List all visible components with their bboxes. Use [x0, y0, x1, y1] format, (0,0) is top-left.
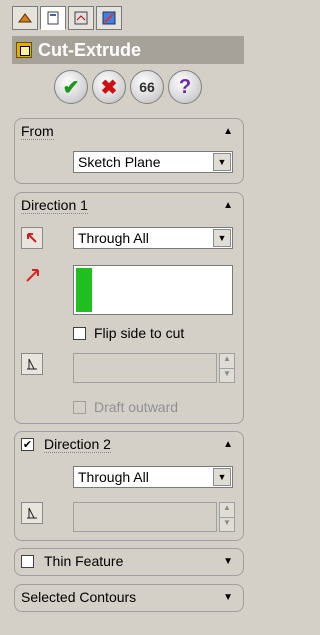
direction-arrow-icon	[26, 269, 39, 282]
spin-down-icon[interactable]: ▼	[220, 518, 234, 532]
collapse-up-icon[interactable]: ▲	[223, 126, 233, 137]
reverse-direction-icon	[27, 233, 37, 243]
configurationmanager-tab-icon	[74, 11, 88, 25]
draft-angle-input[interactable]	[73, 353, 217, 383]
dimxpert-tab[interactable]	[96, 6, 122, 30]
draft-angle-input-2[interactable]	[73, 502, 217, 532]
flip-side-label: Flip side to cut	[94, 325, 185, 341]
cut-extrude-icon	[16, 42, 32, 58]
draft-button[interactable]	[21, 353, 43, 375]
collapse-up-icon[interactable]: ▲	[223, 439, 233, 450]
direction2-end-condition-value: Through All	[78, 469, 149, 485]
help-button[interactable]: ?	[168, 70, 202, 104]
draft-angle-icon	[27, 507, 37, 519]
from-panel: From ▲ Sketch Plane ▼	[14, 118, 244, 184]
propertymanager-tab-icon	[47, 11, 59, 25]
reverse-direction-button[interactable]	[21, 227, 43, 249]
help-icon: ?	[178, 75, 192, 98]
flip-side-row: Flip side to cut	[73, 325, 184, 341]
chevron-down-icon[interactable]: ▼	[213, 468, 231, 486]
draft-angle-spinner[interactable]: ▲ ▼	[219, 353, 235, 383]
cancel-button[interactable]: ✖	[92, 70, 126, 104]
title-text: Cut-Extrude	[38, 39, 141, 60]
thin-feature-panel: Thin Feature ▼	[14, 548, 244, 576]
preview-button[interactable]: 66	[130, 70, 164, 104]
check-icon: ✔	[62, 76, 80, 99]
from-select-value: Sketch Plane	[78, 154, 161, 170]
expand-down-icon[interactable]: ▼	[223, 556, 233, 567]
draft-angle-icon	[27, 358, 37, 370]
ok-button[interactable]: ✔	[54, 70, 88, 104]
selected-contours-panel: Selected Contours ▼	[14, 584, 244, 612]
selected-contours-title: Selected Contours	[21, 589, 137, 605]
direction1-panel: Direction 1 ▲ Through All ▼ Flip side to…	[14, 192, 244, 424]
from-select[interactable]: Sketch Plane ▼	[73, 151, 233, 173]
configurationmanager-tab[interactable]	[68, 6, 94, 30]
expand-down-icon[interactable]: ▼	[223, 592, 233, 603]
close-icon: ✖	[100, 76, 118, 99]
direction1-header[interactable]: Direction 1 ▲	[15, 193, 243, 217]
draft-outward-checkbox[interactable]	[73, 400, 86, 414]
spin-down-icon[interactable]: ▼	[220, 369, 234, 383]
direction2-header[interactable]: ✔ Direction 2 ▲	[15, 432, 243, 456]
check-icon: ✔	[22, 438, 33, 451]
dimxpert-tab-icon	[102, 11, 116, 25]
direction2-panel: ✔ Direction 2 ▲ Through All ▼ ▲ ▼	[14, 431, 244, 541]
spin-up-icon[interactable]: ▲	[220, 354, 234, 369]
chevron-down-icon[interactable]: ▼	[213, 229, 231, 247]
draft-angle-spinner-2[interactable]: ▲ ▼	[219, 502, 235, 532]
thin-feature-title: Thin Feature	[44, 553, 124, 569]
chevron-down-icon[interactable]: ▼	[213, 153, 231, 171]
from-header[interactable]: From ▲	[15, 119, 243, 143]
thin-feature-checkbox[interactable]	[21, 554, 34, 568]
direction2-checkbox[interactable]: ✔	[21, 437, 34, 451]
from-title: From	[21, 122, 54, 140]
featuremanager-tab-icon	[18, 13, 32, 23]
draft-outward-label: Draft outward	[94, 399, 179, 415]
direction-selection-box[interactable]	[73, 265, 233, 315]
draft-button-2[interactable]	[21, 502, 43, 524]
featuremanager-tab[interactable]	[12, 6, 38, 30]
selected-contours-header[interactable]: Selected Contours ▼	[15, 585, 243, 609]
direction1-title: Direction 1	[21, 196, 88, 214]
direction1-end-condition-select[interactable]: Through All ▼	[73, 227, 233, 249]
draft-outward-row: Draft outward	[73, 399, 178, 415]
spin-up-icon[interactable]: ▲	[220, 503, 234, 518]
collapse-up-icon[interactable]: ▲	[223, 200, 233, 211]
flip-side-checkbox[interactable]	[73, 326, 86, 340]
glasses-icon: 66	[139, 79, 155, 95]
property-manager-title: Cut-Extrude	[12, 36, 244, 64]
active-selection-indicator	[76, 268, 92, 312]
direction2-end-condition-select[interactable]: Through All ▼	[73, 466, 233, 488]
propertymanager-tab[interactable]	[40, 6, 66, 30]
thin-feature-header[interactable]: Thin Feature ▼	[15, 549, 243, 573]
action-buttons: ✔ ✖ 66 ?	[12, 70, 244, 110]
direction2-title: Direction 2	[44, 435, 111, 453]
direction1-end-condition-value: Through All	[78, 230, 149, 246]
manager-tabs	[12, 6, 244, 32]
